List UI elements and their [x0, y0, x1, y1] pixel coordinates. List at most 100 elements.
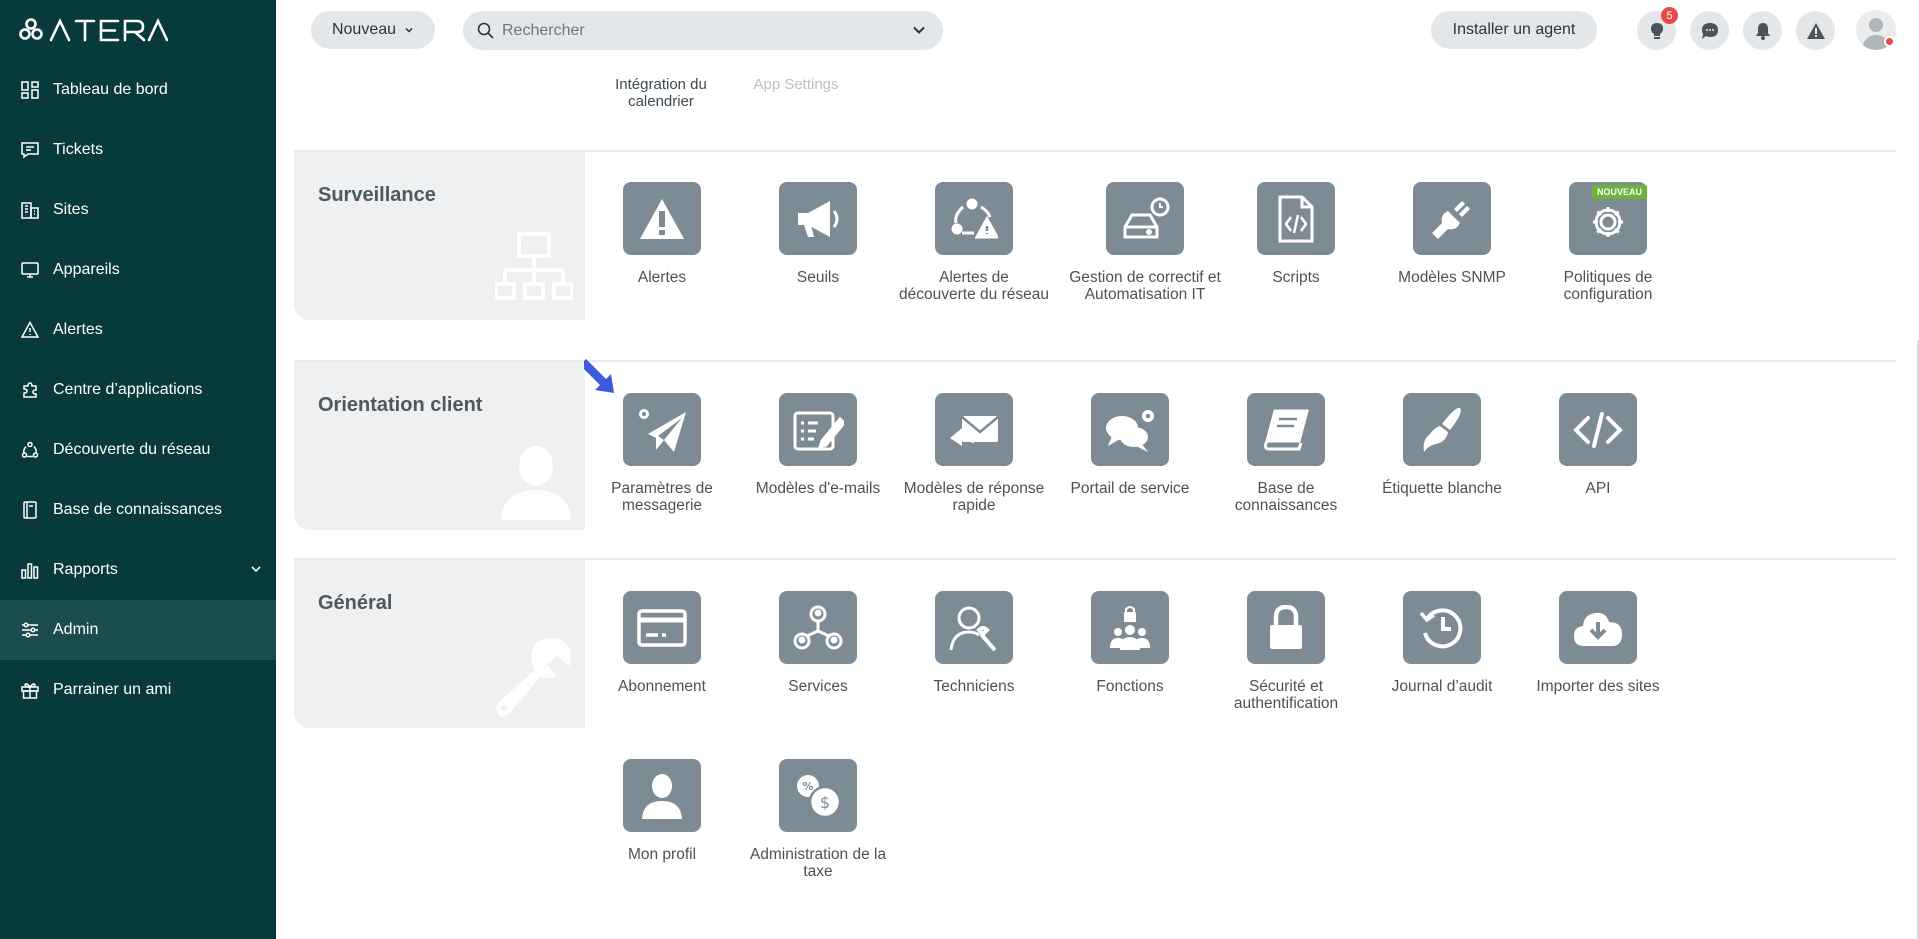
tile-thresholds[interactable]: Seuils [743, 182, 893, 286]
code-icon [1559, 393, 1637, 466]
section-title: Surveillance [318, 184, 436, 206]
tile-white-label[interactable]: Étiquette blanche [1367, 393, 1517, 497]
tile-audit-log[interactable]: Journal d’audit [1367, 591, 1517, 695]
new-button[interactable]: Nouveau [311, 11, 435, 49]
cloud-download-icon [1559, 591, 1637, 664]
email-template-icon [779, 393, 857, 466]
calendar-integration-link[interactable]: Intégration du calendrier [596, 76, 726, 110]
tile-email-templates[interactable]: Modèles d'e-mails [743, 393, 893, 497]
tile-network-discovery-alerts[interactable]: Alertes de découverte du réseau [899, 182, 1049, 303]
user-icon [623, 759, 701, 832]
ideas-badge: 5 [1661, 7, 1678, 24]
tile-service-portal[interactable]: Portail de service [1055, 393, 1205, 497]
notifications-button[interactable] [1743, 11, 1782, 50]
tile-api[interactable]: API [1523, 393, 1673, 497]
warning-icon [623, 182, 701, 255]
sidebar-item-label: Admin [53, 621, 99, 638]
tile-snmp-templates[interactable]: Modèles SNMP [1377, 182, 1527, 286]
alerts-button[interactable] [1796, 11, 1835, 50]
chevron-down-icon[interactable] [911, 22, 927, 38]
warning-icon [1806, 22, 1825, 39]
lock-icon [1247, 591, 1325, 664]
new-badge: NOUVEAU [1591, 185, 1647, 199]
sidebar-nav: Tableau de bord Tickets Sites Appareils … [0, 60, 276, 720]
sidebar-item-refer-friend[interactable]: Parrainer un ami [0, 660, 276, 720]
tile-messaging-settings[interactable]: Paramètres de messagerie [587, 393, 737, 514]
tile-quick-reply-templates[interactable]: Modèles de réponse rapide [899, 393, 1049, 514]
chevron-down-icon [405, 27, 413, 33]
sidebar-item-reports[interactable]: Rapports [0, 540, 276, 600]
tile-import-sites[interactable]: Importer des sites [1523, 591, 1673, 695]
sidebar-item-label: Appareils [53, 261, 120, 278]
tile-services[interactable]: Services [743, 591, 893, 695]
sidebar-item-label: Sites [53, 201, 89, 218]
sidebar-item-devices[interactable]: Appareils [0, 240, 276, 300]
atera-logo[interactable] [18, 16, 168, 44]
ideas-button[interactable]: 5 [1637, 7, 1678, 50]
sidebar-item-knowledge-base[interactable]: Base de connaissances [0, 480, 276, 540]
tile-label: Sécurité et authentification [1233, 678, 1339, 712]
lightbulb-icon [1650, 22, 1663, 39]
tile-scripts[interactable]: Scripts [1221, 182, 1371, 286]
sidebar-item-label: Base de connaissances [53, 501, 222, 518]
section-surveillance: Surveillance [294, 152, 585, 320]
tile-knowledge-base[interactable]: Base de connaissances [1211, 393, 1361, 514]
tile-my-profile[interactable]: Mon profil [587, 759, 737, 863]
sidebar-item-label: Parrainer un ami [53, 681, 172, 698]
book-icon [20, 500, 40, 520]
tile-subscription[interactable]: Abonnement [587, 591, 737, 695]
warning-icon [20, 320, 40, 340]
sidebar: Tableau de bord Tickets Sites Appareils … [0, 0, 276, 939]
new-button-label: Nouveau [331, 21, 397, 38]
tile-patch-automation[interactable]: Gestion de correctif et Automatisation I… [1055, 182, 1235, 303]
chevron-down-icon[interactable] [250, 562, 262, 580]
book-icon [1247, 393, 1325, 466]
app-settings-link[interactable]: App Settings [731, 76, 861, 93]
wrench-icon [496, 638, 571, 717]
megaphone-icon [779, 182, 857, 255]
search-input[interactable] [502, 21, 902, 40]
tile-label: Seuils [796, 269, 840, 286]
pointer-arrow-icon [584, 359, 614, 393]
tile-roles[interactable]: Fonctions [1055, 591, 1205, 695]
tile-label: Abonnement [618, 678, 706, 695]
section-general: Général [294, 560, 585, 728]
section-title: Orientation client [318, 394, 483, 416]
install-agent-button[interactable]: Installer un agent [1431, 11, 1597, 49]
sidebar-item-admin[interactable]: Admin [0, 600, 276, 660]
tile-alerts[interactable]: Alertes [587, 182, 737, 286]
sidebar-item-app-center[interactable]: Centre d’applications [0, 360, 276, 420]
section-title: Général [318, 592, 393, 614]
search-bar[interactable] [463, 11, 943, 50]
sliders-icon [20, 620, 40, 640]
sidebar-item-dashboard[interactable]: Tableau de bord [0, 60, 276, 120]
history-icon [1403, 591, 1481, 664]
chat-button[interactable] [1690, 11, 1729, 50]
monitor-icon [20, 260, 40, 280]
sidebar-item-network-discovery[interactable]: Découverte du réseau [0, 420, 276, 480]
sidebar-item-label: Tableau de bord [53, 81, 168, 98]
tile-security-authentication[interactable]: Sécurité et authentification [1211, 591, 1361, 712]
puzzle-icon [20, 380, 40, 400]
patch-icon [1106, 182, 1184, 255]
tile-technicians[interactable]: Techniciens [899, 591, 1049, 695]
section-client-orientation: Orientation client [294, 362, 585, 530]
tile-configuration-policies[interactable]: NOUVEAU Politiques de configuration [1533, 182, 1683, 303]
sidebar-item-label: Découverte du réseau [53, 441, 211, 458]
user-silhouette-icon [501, 446, 571, 520]
sidebar-item-sites[interactable]: Sites [0, 180, 276, 240]
services-icon [779, 591, 857, 664]
tile-label: Journal d’audit [1391, 678, 1493, 695]
tile-label: Alertes [637, 269, 687, 286]
tile-label: Administration de la taxe [749, 846, 887, 880]
admin-content: Intégration du calendrier App Settings S… [276, 60, 1919, 939]
tile-label: Services [788, 678, 848, 695]
sidebar-item-tickets[interactable]: Tickets [0, 120, 276, 180]
tile-label: Paramètres de messagerie [611, 480, 713, 514]
tile-label: Gestion de correctif et Automatisation I… [1069, 269, 1221, 303]
tile-tax-administration[interactable]: % $ Administration de la taxe [743, 759, 893, 880]
tile-label: Portail de service [1070, 480, 1190, 497]
sidebar-item-alerts[interactable]: Alertes [0, 300, 276, 360]
tile-label: Techniciens [933, 678, 1015, 695]
tile-label: Modèles d'e-mails [755, 480, 881, 497]
